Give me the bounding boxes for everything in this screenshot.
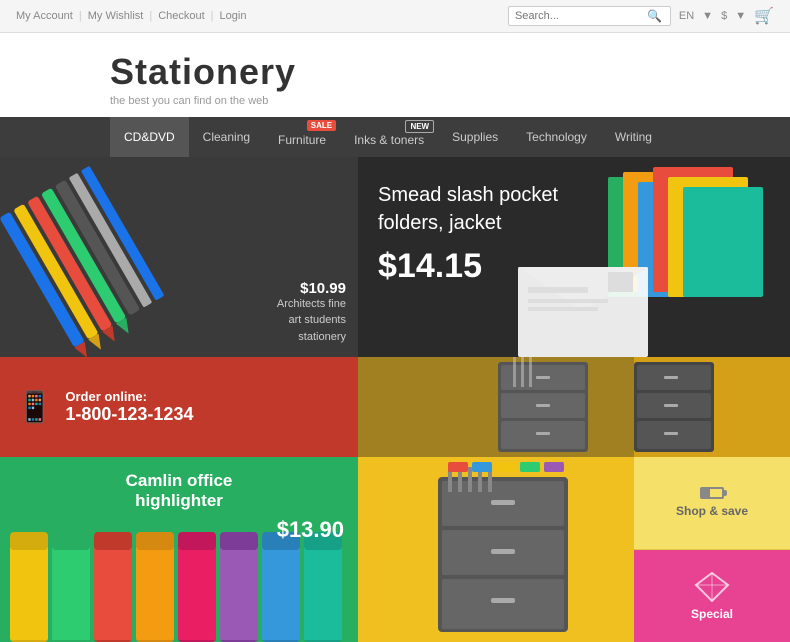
filebox-illustration (358, 457, 634, 642)
order-phone: 1-800-123-1234 (65, 404, 193, 425)
battery-icon (700, 487, 724, 499)
snap-cell[interactable]: Snap-N-Store snaptogether file box $25.9… (358, 357, 634, 457)
smead-cell[interactable]: Smead slash pocketfolders, jacket $14.15 (358, 157, 790, 357)
camlin-cell[interactable]: Camlin officehighlighter $13.90 (0, 457, 358, 642)
site-title: Stationery (110, 51, 680, 93)
camlin-price: $13.90 (14, 517, 344, 543)
order-info: Order online: 1-800-123-1234 (65, 389, 193, 425)
snap-illustration (358, 357, 634, 457)
filebox-cell[interactable] (358, 457, 634, 642)
search-box[interactable]: 🔍 (508, 6, 671, 26)
language-selector[interactable]: EN (679, 10, 694, 22)
top-bar: My Account | My Wishlist | Checkout | Lo… (0, 0, 790, 33)
top-bar-right: 🔍 EN ▼ $ ▼ 🛒 (508, 6, 774, 26)
my-wishlist-link[interactable]: My Wishlist (88, 10, 144, 22)
nav-item-writing[interactable]: Writing (601, 117, 666, 157)
special-label: Special (691, 607, 733, 621)
phone-icon: 📱 (16, 390, 53, 425)
currency-selector[interactable]: $ (721, 10, 727, 22)
order-online-cell[interactable]: 📱 Order online: 1-800-123-1234 (0, 357, 358, 457)
my-account-link[interactable]: My Account (16, 10, 73, 22)
nav-item-inks[interactable]: NEW Inks & toners (340, 117, 438, 157)
smead-price: $14.15 (378, 247, 482, 286)
yellow-decoration (634, 357, 790, 457)
search-input[interactable] (515, 10, 645, 22)
login-link[interactable]: Login (220, 10, 247, 22)
main-content: $10.99 Architects fineart studentsstatio… (110, 157, 680, 642)
nav-item-technology[interactable]: Technology (512, 117, 601, 157)
yellow-accent-cell (634, 357, 790, 457)
main-nav: CD&DVD Cleaning SALE Furniture NEW Inks … (0, 117, 790, 157)
checkout-link[interactable]: Checkout (158, 10, 204, 22)
pencils-price: $10.99 (300, 280, 346, 297)
site-header: Stationery the best you can find on the … (0, 33, 790, 117)
smead-title: Smead slash pocketfolders, jacket (378, 181, 558, 237)
shop-save-label: Shop & save (676, 504, 748, 518)
new-badge: NEW (405, 120, 434, 133)
special-cell[interactable]: Special (634, 550, 790, 642)
shop-save-cell[interactable]: Shop & save (634, 457, 790, 550)
nav-item-furniture[interactable]: SALE Furniture (264, 117, 340, 157)
shop-special-cell: Shop & save Special (634, 457, 790, 642)
sale-badge: SALE (307, 120, 336, 131)
pencils-description: Architects fineart studentsstationery (277, 296, 346, 346)
camlin-title: Camlin officehighlighter (14, 471, 344, 511)
cart-icon[interactable]: 🛒 (754, 6, 774, 26)
order-label: Order online: (65, 389, 193, 404)
product-grid: $10.99 Architects fineart studentsstatio… (0, 157, 790, 642)
diamond-icon (694, 571, 730, 603)
nav-item-cleaning[interactable]: Cleaning (189, 117, 264, 157)
site-subtitle: the best you can find on the web (110, 95, 680, 107)
pencils-cell[interactable]: $10.99 Architects fineart studentsstatio… (0, 157, 358, 357)
nav-item-supplies[interactable]: Supplies (438, 117, 512, 157)
search-button[interactable]: 🔍 (645, 9, 664, 23)
nav-item-cddvd[interactable]: CD&DVD (110, 117, 189, 157)
